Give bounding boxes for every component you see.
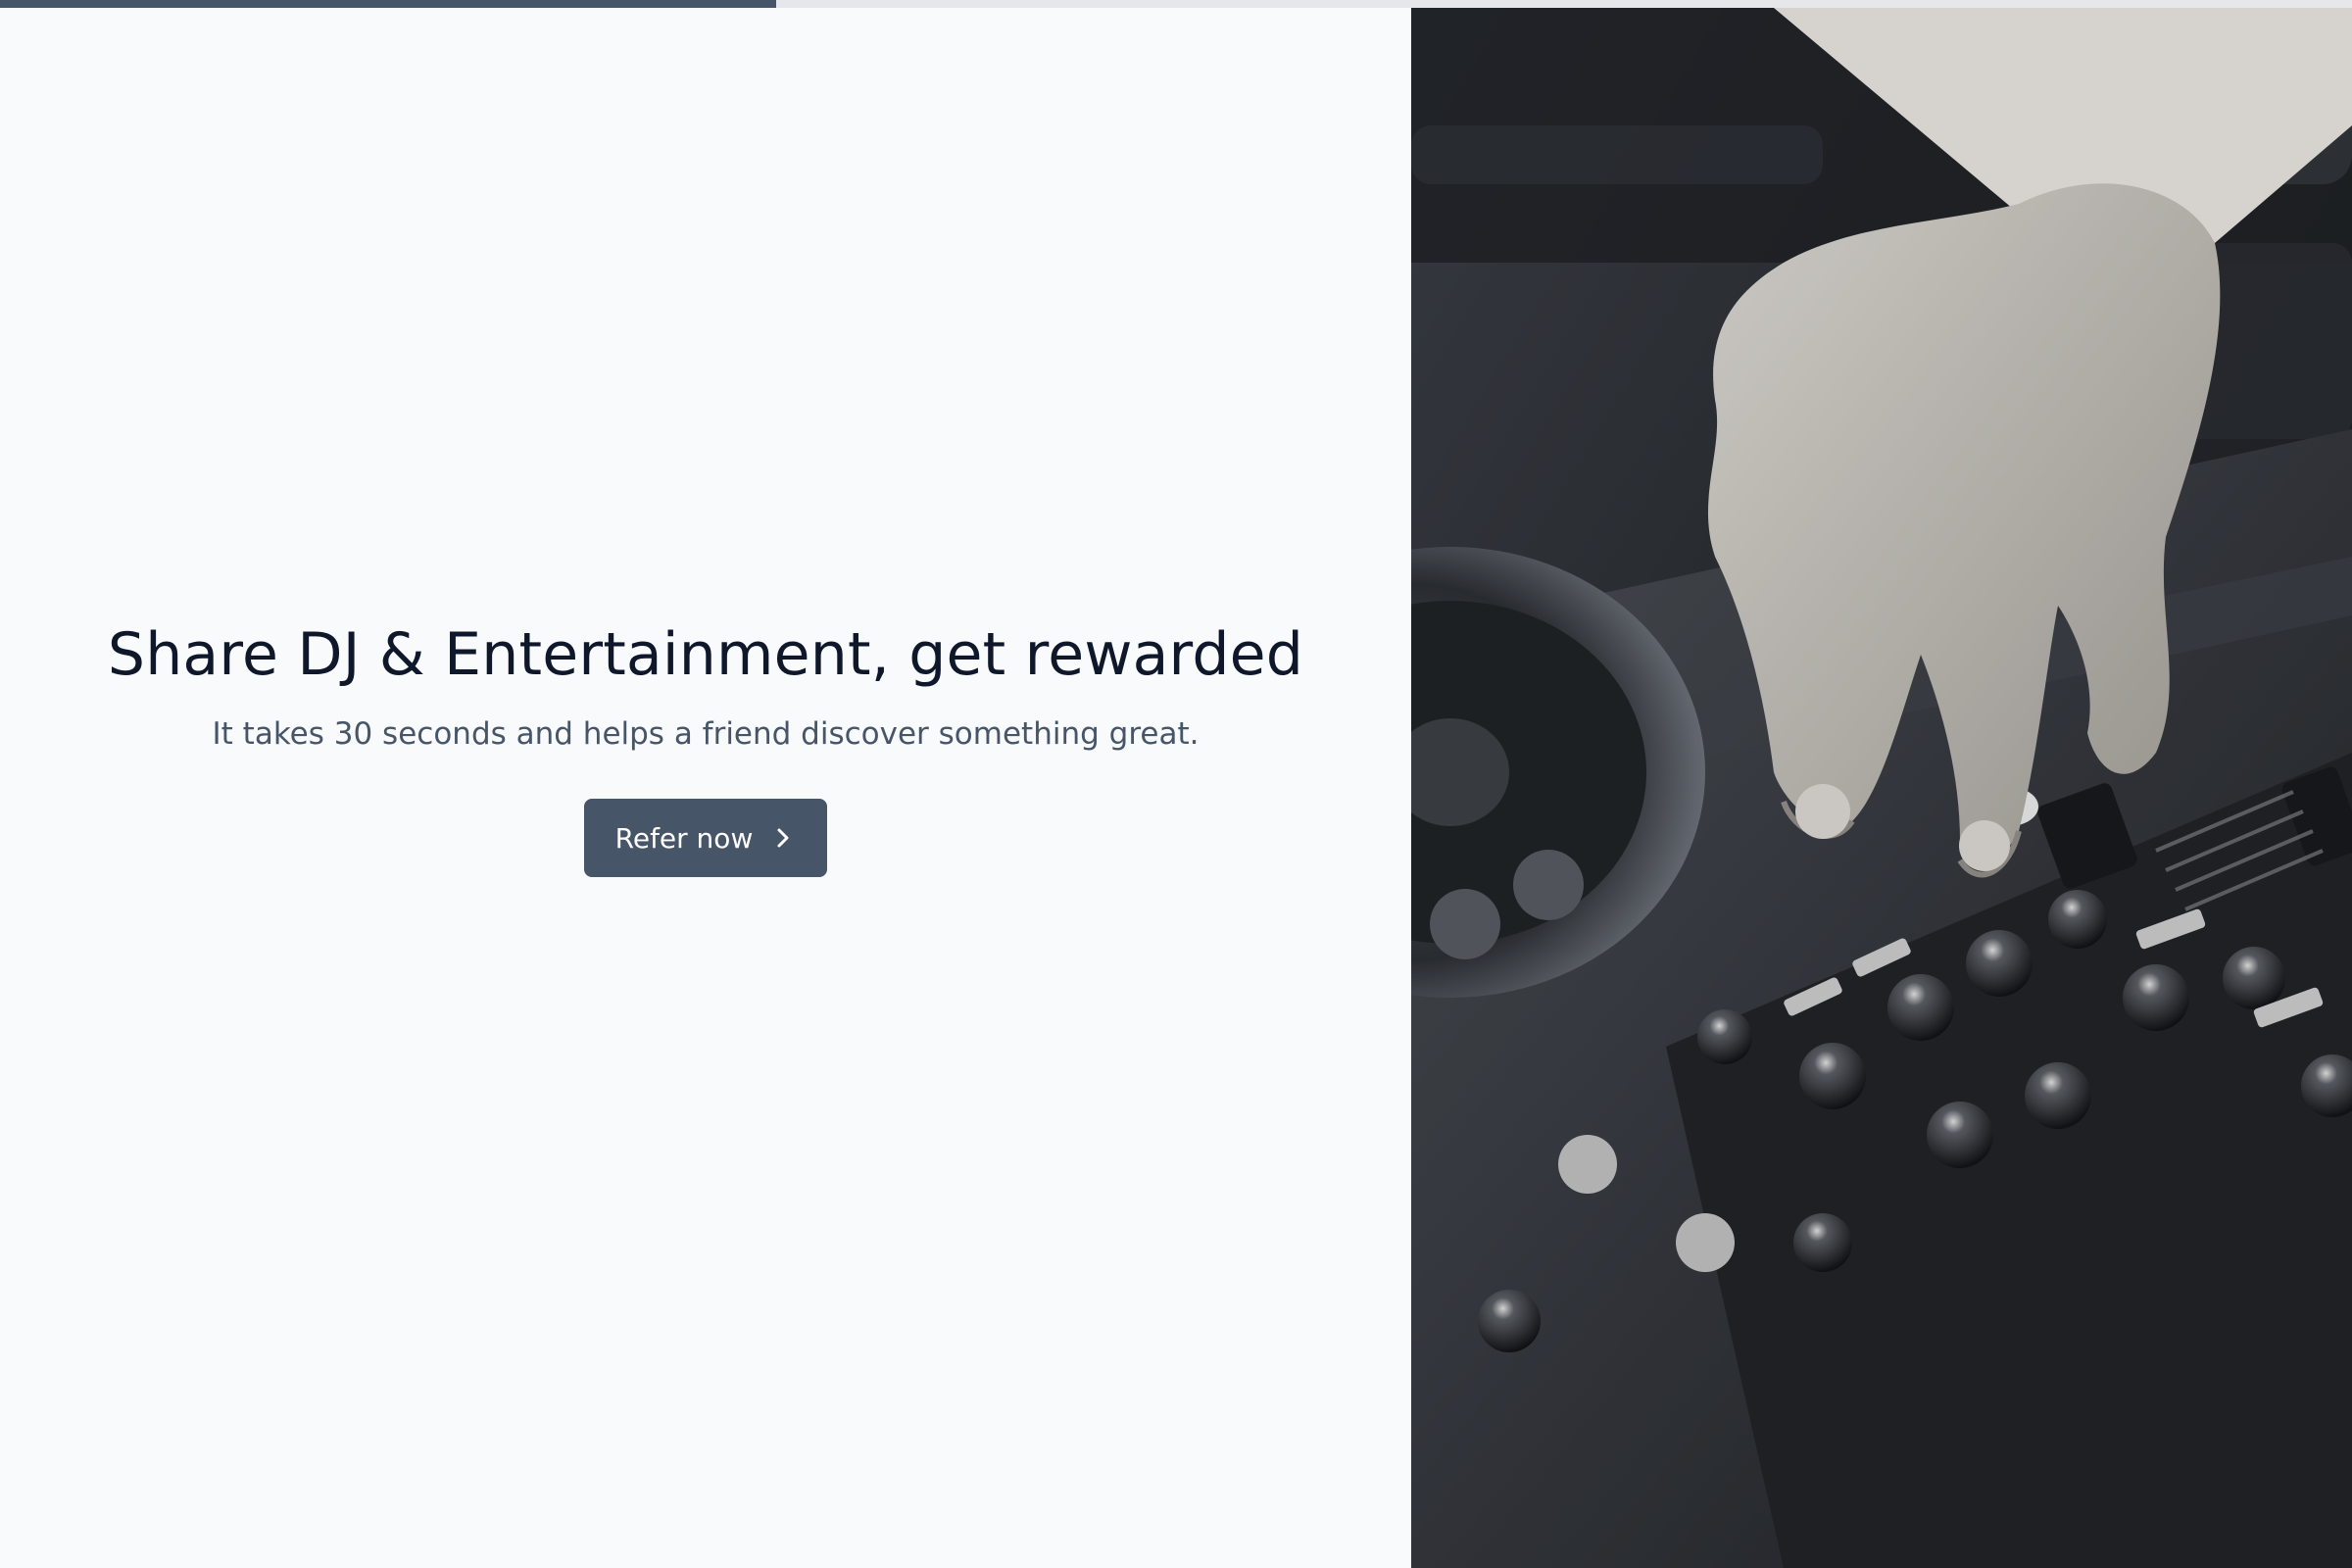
chevron-right-icon	[774, 826, 792, 850]
refer-now-button[interactable]: Refer now	[583, 799, 828, 877]
hero-image-panel	[1411, 8, 2352, 1568]
page-subtitle: It takes 30 seconds and helps a friend d…	[212, 716, 1200, 752]
page-title: Share DJ & Entertainment, get rewarded	[107, 620, 1304, 689]
dj-mixer-controller-image	[1411, 8, 2352, 1568]
progress-bar-fill	[0, 0, 776, 8]
progress-bar	[0, 0, 2352, 8]
referral-page: Share DJ & Entertainment, get rewarded I…	[0, 8, 2352, 1568]
refer-now-label: Refer now	[614, 821, 754, 855]
referral-content: Share DJ & Entertainment, get rewarded I…	[0, 8, 1411, 1568]
